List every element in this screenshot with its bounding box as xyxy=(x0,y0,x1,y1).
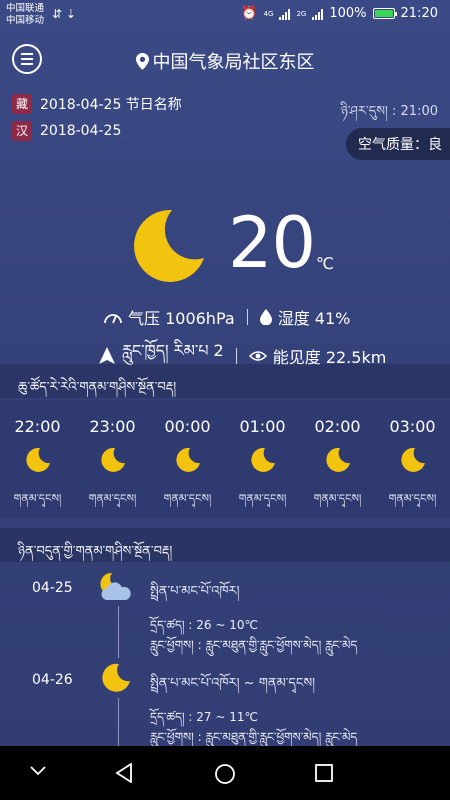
signal-icon-1 xyxy=(279,8,291,20)
daily-item[interactable]: 04-25 སྤྲིན་པ་མང་པོ་འཁོར། དྲོད་ཚད། : 26 … xyxy=(0,566,450,658)
hourly-desc: གནམ་དྭངས། xyxy=(313,492,362,505)
temperature-unit: ℃ xyxy=(316,254,334,273)
hourly-item[interactable]: 01:00 གནམ་དྭངས། xyxy=(225,400,300,517)
daily-date: 04-26 xyxy=(32,672,73,688)
recent-apps-icon[interactable] xyxy=(315,764,333,782)
hourly-desc: གནམ་དྭངས། xyxy=(88,492,137,505)
collapse-chevron-icon[interactable] xyxy=(30,766,46,776)
hourly-time: 22:00 xyxy=(14,417,61,436)
carrier-1: 中国联通 xyxy=(6,3,45,14)
pressure-gauge-icon xyxy=(104,314,122,324)
carrier-2: 中国移动 xyxy=(6,15,45,26)
hourly-desc: གནམ་དྭངས། xyxy=(163,492,212,505)
humidity-value: 湿度 41% xyxy=(277,309,351,328)
hourly-item[interactable]: 00:00 གནམ་དྭངས། xyxy=(150,400,225,517)
daily-section-header: ཉིན་བདུན་གྱི་གནམ་གཤིས་སྔོན་བརྡ། xyxy=(0,528,450,562)
daily-date: 04-25 xyxy=(32,580,73,596)
hourly-item[interactable]: 03:00 གནམ་དྭངས། xyxy=(375,400,450,517)
network-2: 2G xyxy=(296,9,307,18)
cloudy-moon-icon xyxy=(100,572,131,600)
chinese-date: 2018-04-25 xyxy=(40,123,122,139)
timeline-line xyxy=(118,698,119,750)
home-icon[interactable] xyxy=(214,763,236,785)
hourly-time: 02:00 xyxy=(314,417,361,436)
daily-item[interactable]: 04-26 སྤྲིན་པ་མང་པོ་འཁོར། ~ གནམ་དྭངས། དྲ… xyxy=(0,658,450,750)
tibetan-date: 2018-04-25 节日名称 xyxy=(40,97,182,113)
hourly-item[interactable]: 23:00 གནམ་དྭངས། xyxy=(75,400,150,517)
clock: 21:20 xyxy=(400,6,438,21)
back-icon[interactable] xyxy=(115,763,133,783)
divider xyxy=(235,347,237,364)
hourly-time: 01:00 xyxy=(239,417,286,436)
moon-icon xyxy=(400,447,425,472)
moon-icon xyxy=(25,447,50,472)
hourly-item[interactable]: 02:00 གནམ་དྭངས། xyxy=(300,400,375,517)
tibetan-date-row: 藏 2018-04-25 节日名称 xyxy=(12,94,182,114)
hourly-forecast-list[interactable]: 22:00 གནམ་དྭངས། 23:00 གནམ་དྭངས། 00:00 གན… xyxy=(0,400,450,518)
moon-icon xyxy=(100,447,125,472)
battery-icon xyxy=(372,8,397,19)
wind-direction-arrow-icon xyxy=(99,346,115,364)
carrier-labels: 中国联通 中国移动 xyxy=(6,3,44,27)
hourly-desc: གནམ་དྭངས། xyxy=(388,492,437,505)
hourly-time: 00:00 xyxy=(164,417,211,436)
signal-icon-2 xyxy=(312,8,324,20)
status-right: ⏰ 4G 2G 100% 21:20 xyxy=(241,6,438,21)
location-pin-icon xyxy=(135,53,149,70)
daily-weather: སྤྲིན་པ་མང་པོ་འཁོར། ~ གནམ་དྭངས། xyxy=(150,676,316,691)
pressure-humidity-row: 气压 1006hPa 湿度 41% xyxy=(104,305,350,329)
tibetan-tag: 藏 xyxy=(12,94,32,114)
chinese-date-row: 汉 2018-04-25 xyxy=(12,121,121,141)
battery-percent: 100% xyxy=(329,6,367,21)
moon-icon xyxy=(134,209,204,282)
moon-icon xyxy=(250,447,275,472)
daily-weather: སྤྲིན་པ་མང་པོ་འཁོར། xyxy=(150,584,240,599)
hourly-section-header: ཆུ་ཚོད་རེ་རེའི་གནམ་གཤིས་སྔོན་བརྡ། xyxy=(0,364,450,398)
moon-icon xyxy=(102,663,130,692)
moon-icon xyxy=(175,447,200,472)
usb-icon: ⇵ ⇣ xyxy=(52,7,76,21)
hourly-desc: གནམ་དྭངས། xyxy=(13,492,62,505)
current-temperature: 20 xyxy=(228,202,316,284)
location-title[interactable]: 中国气象局社区东区 xyxy=(0,48,450,74)
status-bar: 中国联通 中国移动 ⇵ ⇣ ⏰ 4G 2G 100% 21:20 xyxy=(0,0,450,30)
pressure-value: 气压 1006hPa xyxy=(128,309,235,328)
network-1: 4G xyxy=(263,9,274,18)
humidity-drop-icon xyxy=(259,309,272,325)
hourly-time: 23:00 xyxy=(89,417,136,436)
hourly-time: 03:00 xyxy=(389,417,436,436)
chinese-tag: 汉 xyxy=(12,121,32,141)
system-navigation-bar xyxy=(0,746,450,800)
air-quality-badge[interactable]: 空气质量：良 xyxy=(346,128,450,160)
timeline-line xyxy=(118,606,119,658)
location-name: 中国气象局社区东区 xyxy=(152,52,315,73)
hourly-item[interactable]: 22:00 གནམ་དྭངས། xyxy=(0,400,75,517)
visibility-eye-icon xyxy=(248,350,267,361)
alarm-icon: ⏰ xyxy=(241,6,258,21)
divider xyxy=(246,309,248,325)
moon-icon xyxy=(325,447,350,472)
hourly-desc: གནམ་དྭངས། xyxy=(238,492,287,505)
